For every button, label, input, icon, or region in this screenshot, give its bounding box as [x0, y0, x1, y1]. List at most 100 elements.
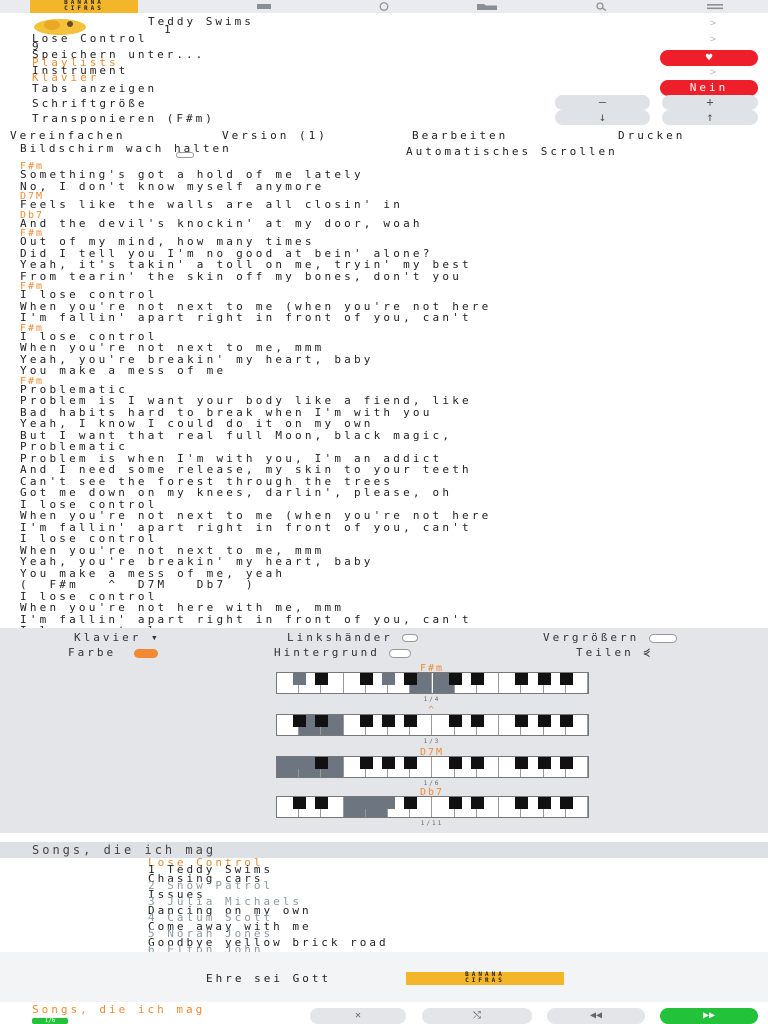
lyric-line: From tearin' the skin off my bones, don'… [20, 269, 463, 283]
font-decrease-button[interactable]: — [555, 95, 650, 110]
black-key [315, 757, 329, 769]
black-key [359, 757, 373, 769]
black-key [359, 673, 373, 685]
black-key [448, 673, 462, 685]
lyric-line: Problem is I want your body like a fiend… [20, 394, 472, 407]
piano-keyboard [276, 672, 589, 694]
toggle-switch[interactable] [402, 634, 419, 642]
black-key [404, 757, 418, 769]
lyric-line: When you're not next to me, mmm [20, 341, 325, 354]
piano-keyboard [276, 714, 589, 736]
black-key [470, 715, 484, 727]
history-icon[interactable] [376, 2, 392, 11]
black-key [404, 797, 418, 809]
folder-icon[interactable] [476, 2, 498, 11]
footer-logo[interactable]: BANANA CIFRAS [406, 972, 564, 985]
logo-line2: CIFRAS [465, 977, 505, 984]
previous-icon: ◀◀ [589, 1010, 603, 1021]
toggle-switch[interactable] [389, 648, 412, 658]
black-key [448, 797, 462, 809]
black-key [382, 715, 396, 727]
black-key [293, 797, 307, 809]
song-settings: Teddy Swims 1 > Lose Control 9 > Speiche… [0, 13, 768, 158]
lyric-line: Out of my mind, how many times [20, 235, 315, 248]
chevron-right-icon: > [709, 67, 716, 78]
logo-line2: CIFRAS [64, 5, 104, 12]
piano-keyboard [276, 756, 589, 778]
lyric-line: I lose control [20, 589, 158, 603]
font-increase-button[interactable]: + [662, 95, 758, 110]
color-swatch[interactable] [133, 648, 158, 658]
zoom-label: Vergrößern [543, 631, 640, 644]
close-button[interactable]: ✕ [310, 1008, 406, 1024]
favorite-button[interactable]: ♥ [660, 50, 758, 66]
black-key [315, 673, 329, 685]
lyric-line: But I want that real full Moon, black ma… [20, 428, 453, 442]
color-option[interactable]: Farbe [68, 646, 158, 659]
brand-logo[interactable]: BANANA CIFRAS [30, 0, 138, 13]
lyrics-sheet: F#m Something's got a hold of me lately No… [0, 158, 768, 628]
share-label: Teilen [576, 646, 634, 659]
instrument-select-label: Klavier [74, 631, 142, 644]
transpose-label: Transponieren (F#m) [32, 112, 215, 125]
simplify-button[interactable]: Vereinfachen [10, 130, 210, 141]
chord-position: 1/3 [423, 738, 441, 745]
lyric-line: I lose control [20, 288, 158, 301]
color-label: Farbe [68, 646, 117, 659]
edit-button[interactable]: Bearbeiten [412, 130, 592, 141]
shuffle-button[interactable]: ⤭ [422, 1008, 532, 1024]
font-size-label: Schriftgröße [32, 97, 148, 110]
home-icon[interactable] [256, 2, 272, 11]
black-key [404, 673, 418, 685]
chevron-right-icon: > [709, 34, 716, 45]
chord-position: 1/11 [420, 820, 444, 827]
search-icon[interactable] [592, 2, 610, 11]
lyric-line: Did I tell you I'm no good at bein' alon… [20, 246, 433, 260]
black-key [359, 715, 373, 727]
black-key [537, 757, 551, 769]
menu-icon[interactable] [706, 2, 724, 11]
lyric-line: Yeah, I know I could do it on my own [20, 417, 374, 430]
black-key [382, 797, 396, 809]
lefthand-toggle[interactable]: Linkshänder [287, 631, 419, 644]
lyric-line: Bad habits hard to break when I'm with y… [20, 405, 433, 419]
autoscroll-label[interactable]: Automatisches Scrollen [406, 146, 756, 157]
song-title: Lose Control [32, 32, 148, 45]
previous-button[interactable]: ◀◀ [547, 1008, 645, 1024]
black-key [537, 715, 551, 727]
transpose-up-button[interactable]: ↑ [662, 110, 758, 125]
black-key [382, 757, 396, 769]
black-key [537, 673, 551, 685]
black-key [470, 797, 484, 809]
version-button[interactable]: Version (1) [222, 130, 402, 141]
player-playlist-label[interactable]: Songs, die ich mag [32, 1004, 252, 1015]
instrument-select[interactable]: Klavier ▾ [74, 631, 161, 644]
lyric-line: ( F#m ^ D7M Db7 ) [20, 578, 256, 591]
lyric-line: I lose control [20, 329, 158, 343]
lyric-line: Got me down on my knees, darlin', please… [20, 486, 453, 499]
zoom-toggle[interactable]: Vergrößern [543, 631, 677, 644]
chevron-right-icon: > [709, 18, 716, 29]
piano-keyboard [276, 796, 589, 818]
keep-awake-label[interactable]: Bildschirm wach halten [20, 143, 400, 154]
black-key [448, 715, 462, 727]
piano-panel: Klavier ▾ Linkshänder Vergrößern Farbe H… [0, 628, 768, 833]
toggle-switch[interactable] [648, 633, 677, 643]
lyric-line: I'm fallin' apart right in front of you,… [20, 311, 472, 324]
lyric-line: When you're not next to me, mmm [20, 543, 325, 557]
piano-toolbar: Klavier ▾ Linkshänder Vergrößern Farbe H… [0, 628, 768, 662]
black-key [559, 757, 573, 769]
footer-text: Ehre sei Gott [206, 972, 332, 985]
transpose-down-button[interactable]: ↓ [555, 110, 650, 125]
playlist-header: Songs, die ich mag [0, 842, 768, 858]
black-key [315, 797, 329, 809]
player-bar: Songs, die ich mag 1/6 ✕ ⤭ ◀◀ ▶▶ [0, 1002, 768, 1024]
lyric-line: Yeah, it's takin' a toll on me, tryin' m… [20, 258, 472, 271]
shuffle-icon: ⤭ [473, 1010, 481, 1021]
lyric-line: Yeah, you're breakin' my heart, baby [20, 555, 374, 568]
next-button[interactable]: ▶▶ [660, 1008, 758, 1024]
share-button[interactable]: Teilen ⋞ [576, 646, 653, 659]
tabs-toggle[interactable]: Nein [660, 80, 758, 96]
background-option[interactable]: Hintergrund [274, 646, 412, 659]
print-button[interactable]: Drucken [618, 130, 748, 141]
